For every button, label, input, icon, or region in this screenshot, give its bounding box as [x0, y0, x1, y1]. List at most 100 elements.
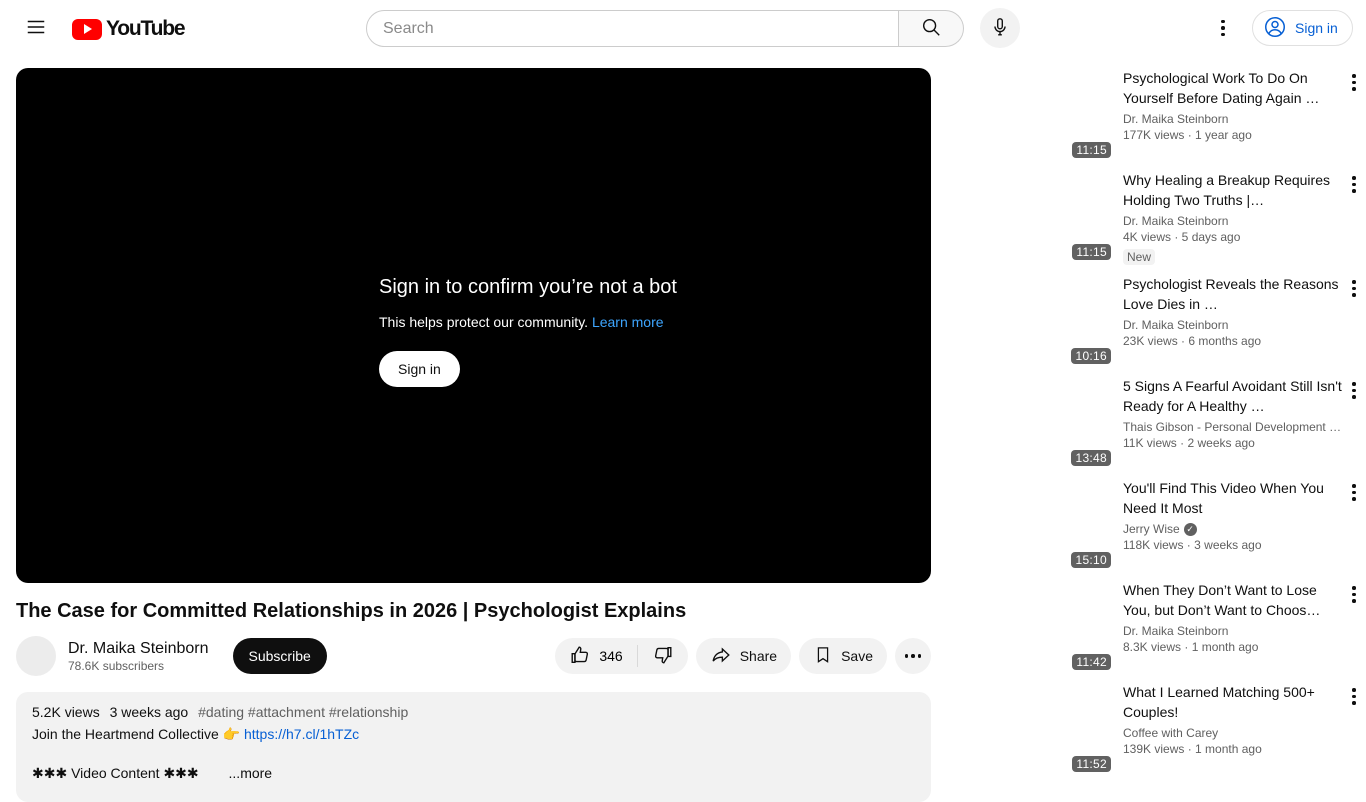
recommended-channel-name[interactable]: Dr. Maika Steinborn	[1123, 214, 1228, 228]
top-header: YouTube Sign in	[0, 0, 1366, 56]
video-thumbnail[interactable]: 11:15	[947, 170, 1115, 264]
video-thumbnail[interactable]: 11:52	[947, 682, 1115, 776]
save-label: Save	[841, 648, 873, 664]
kebab-icon	[1352, 280, 1356, 297]
recommended-video-item[interactable]: 11:52 What I Learned Matching 500+ Coupl…	[947, 682, 1366, 776]
duration-badge: 11:42	[1072, 654, 1111, 670]
recommended-item-menu-button[interactable]	[1342, 580, 1366, 604]
video-thumbnail[interactable]: 15:10	[947, 478, 1115, 572]
voice-search-button[interactable]	[980, 8, 1020, 48]
recommended-video-meta: 139K views · 1 month ago	[1123, 742, 1262, 756]
hashtags[interactable]: #dating #attachment #relationship	[198, 704, 408, 720]
kebab-icon	[1352, 484, 1356, 501]
recommended-video-title[interactable]: What I Learned Matching 500+ Couples!	[1123, 682, 1342, 722]
recommended-channel-row: Dr. Maika Steinborn ✓	[1123, 624, 1342, 638]
description-meta: 5.2K views 3 weeks ago #dating #attachme…	[32, 704, 915, 720]
recommended-channel-name[interactable]: Thais Gibson - Personal Development …	[1123, 420, 1341, 434]
channel-info: Dr. Maika Steinborn 78.6K subscribers	[68, 640, 209, 673]
recommended-video-title[interactable]: Why Healing a Breakup Requires Holding T…	[1123, 170, 1342, 210]
search-icon	[920, 16, 942, 41]
description-promo: Join the Heartmend Collective 👉 https://…	[32, 726, 915, 743]
recommended-item-menu-button[interactable]	[1342, 682, 1366, 706]
hamburger-menu-button[interactable]	[16, 8, 56, 48]
recommended-video-title[interactable]: 5 Signs A Fearful Avoidant Still Isn't R…	[1123, 376, 1342, 416]
upload-date: 3 weeks ago	[109, 704, 189, 720]
recommended-item-menu-button[interactable]	[1342, 68, 1366, 92]
account-circle-icon	[1263, 15, 1287, 42]
view-count: 5.2K views	[32, 704, 100, 720]
video-thumbnail[interactable]: 11:42	[947, 580, 1115, 674]
recommended-video-item[interactable]: 15:10 You'll Find This Video When You Ne…	[947, 478, 1366, 572]
overlay-sign-in-button[interactable]: Sign in	[379, 351, 460, 387]
recommended-video-item[interactable]: 11:42 When They Don’t Want to Lose You, …	[947, 580, 1366, 674]
recommended-video-item[interactable]: 11:15 Psychological Work To Do On Yourse…	[947, 68, 1366, 162]
ellipsis-icon	[904, 654, 922, 658]
duration-badge: 13:48	[1071, 450, 1111, 466]
show-more-link[interactable]: ...more	[229, 765, 273, 781]
youtube-logo[interactable]: YouTube	[72, 17, 186, 41]
more-actions-button[interactable]	[895, 638, 931, 674]
recommended-channel-row: Thais Gibson - Personal Development … ✓	[1123, 420, 1342, 434]
channel-name[interactable]: Dr. Maika Steinborn	[68, 640, 209, 658]
learn-more-link[interactable]: Learn more	[592, 314, 664, 330]
verified-badge-icon: ✓	[1183, 522, 1197, 536]
bot-check-overlay: Sign in to confirm you’re not a bot This…	[379, 276, 677, 387]
recommended-item-menu-button[interactable]	[1342, 376, 1366, 400]
search-button[interactable]	[899, 10, 964, 47]
sign-in-label: Sign in	[1295, 20, 1338, 36]
recommended-video-meta: 11K views · 2 weeks ago	[1123, 436, 1255, 450]
recommended-item-menu-button[interactable]	[1342, 478, 1366, 502]
recommended-video-meta: 8.3K views · 1 month ago	[1123, 640, 1259, 654]
kebab-icon	[1352, 382, 1356, 399]
like-count: 346	[599, 648, 623, 664]
recommended-channel-row: Coffee with Carey ✓	[1123, 726, 1342, 740]
recommended-video-title[interactable]: When They Don’t Want to Lose You, but Do…	[1123, 580, 1342, 620]
header-more-options-button[interactable]	[1203, 8, 1243, 48]
recommended-channel-name[interactable]: Dr. Maika Steinborn	[1123, 112, 1228, 126]
recommended-video-meta: 177K views · 1 year ago	[1123, 128, 1252, 142]
channel-avatar[interactable]	[16, 636, 56, 676]
video-player[interactable]: Sign in to confirm you’re not a bot This…	[16, 68, 931, 583]
video-thumbnail[interactable]: 11:15	[947, 68, 1115, 162]
hamburger-icon	[25, 16, 47, 41]
recommended-item-menu-button[interactable]	[1342, 170, 1366, 194]
share-button[interactable]: Share	[695, 638, 792, 674]
video-thumbnail[interactable]: 13:48	[947, 376, 1115, 470]
share-label: Share	[739, 648, 778, 664]
description-box[interactable]: 5.2K views 3 weeks ago #dating #attachme…	[16, 692, 931, 802]
like-button[interactable]: 346	[555, 638, 636, 674]
search-bar	[366, 10, 964, 47]
new-badge: New	[1123, 249, 1156, 265]
recommended-video-item[interactable]: 13:48 5 Signs A Fearful Avoidant Still I…	[947, 376, 1366, 470]
recommended-video-title[interactable]: Psychologist Reveals the Reasons Love Di…	[1123, 274, 1342, 314]
recommended-video-item[interactable]: 10:16 Psychologist Reveals the Reasons L…	[947, 274, 1366, 368]
promo-link[interactable]: https://h7.cl/1hTZc	[244, 726, 359, 742]
recommended-channel-name[interactable]: Jerry Wise	[1123, 522, 1180, 536]
video-details: Why Healing a Breakup Requires Holding T…	[1123, 170, 1342, 266]
video-details: Psychological Work To Do On Yourself Bef…	[1123, 68, 1342, 162]
subscribe-button[interactable]: Subscribe	[232, 638, 327, 674]
youtube-play-icon	[72, 18, 102, 40]
like-dislike-pill: 346	[555, 638, 688, 674]
duration-badge: 15:10	[1071, 552, 1111, 568]
recommended-video-item[interactable]: 11:15 Why Healing a Breakup Requires Hol…	[947, 170, 1366, 266]
video-thumbnail[interactable]: 10:16	[947, 274, 1115, 368]
recommended-channel-name[interactable]: Dr. Maika Steinborn	[1123, 624, 1228, 638]
recommended-item-menu-button[interactable]	[1342, 274, 1366, 298]
kebab-icon	[1221, 19, 1225, 37]
recommended-video-title[interactable]: You'll Find This Video When You Need It …	[1123, 478, 1342, 518]
dislike-button[interactable]	[638, 638, 688, 674]
recommended-video-meta: 118K views · 3 weeks ago	[1123, 538, 1262, 552]
duration-badge: 11:15	[1072, 142, 1111, 158]
promo-text: Join the Heartmend Collective	[32, 726, 219, 742]
overlay-subtitle: This helps protect our community.	[379, 314, 589, 330]
recommended-channel-name[interactable]: Coffee with Carey	[1123, 726, 1218, 740]
save-button[interactable]: Save	[799, 638, 887, 674]
recommended-video-meta: 23K views · 6 months ago	[1123, 334, 1262, 348]
header-sign-in-button[interactable]: Sign in	[1252, 10, 1353, 46]
pointing-hand-emoji: 👉	[222, 726, 241, 742]
recommended-channel-name[interactable]: Dr. Maika Steinborn	[1123, 318, 1228, 332]
search-input[interactable]	[366, 10, 899, 47]
recommended-video-title[interactable]: Psychological Work To Do On Yourself Bef…	[1123, 68, 1342, 108]
video-title: The Case for Committed Relationships in …	[16, 600, 687, 622]
